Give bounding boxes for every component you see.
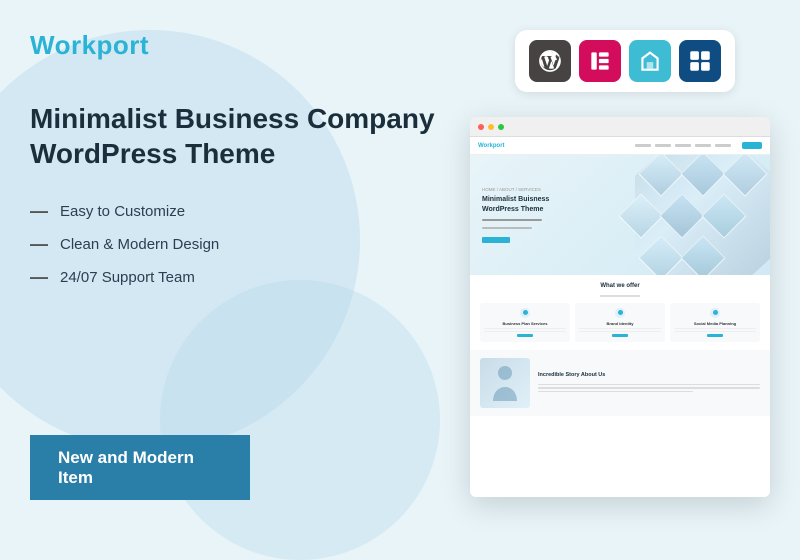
mock-card-line-2a (579, 328, 661, 330)
browser-bar (470, 117, 770, 137)
mock-nav-link-4 (695, 144, 711, 147)
mock-nav-logo: Workport (478, 143, 505, 149)
cta-button-label: New and Modern Item (58, 448, 222, 488)
mock-card-line-1a (484, 328, 566, 330)
feature-item-3: — 24/07 Support Team (30, 267, 440, 288)
mock-offer-section: What we offer Business Plan Services (470, 275, 770, 350)
mock-card-icon-1 (520, 308, 530, 318)
mock-card-btn-1 (517, 334, 533, 337)
mock-card-icon-3 (710, 308, 720, 318)
mock-nav-link-1 (635, 144, 651, 147)
mock-hero-text: HOME / ABOUT / SERVICES Minimalist Buisn… (482, 187, 549, 243)
browser-content: Workport (470, 137, 770, 497)
browser-dot-green (498, 124, 504, 130)
mock-story-line-1 (538, 384, 760, 386)
wordpress-icon (529, 40, 571, 82)
mock-hero-3d (635, 155, 770, 275)
mock-story-section: Incredible Story About Us (470, 350, 770, 416)
elementor-icon (579, 40, 621, 82)
avada-icon (629, 40, 671, 82)
mock-nav-link-2 (655, 144, 671, 147)
mock-card-title-1: Business Plan Services (484, 321, 566, 326)
mock-nav: Workport (470, 137, 770, 155)
mock-card-line-3a (674, 328, 756, 330)
mock-hero-learn-btn (482, 237, 510, 243)
mock-offer-title: What we offer (480, 283, 760, 289)
cta-button-container[interactable]: New and Modern Item (30, 435, 250, 500)
mock-card-icon-inner-1 (523, 310, 528, 315)
mock-card-icon-2 (615, 308, 625, 318)
mock-hero-tagline: HOME / ABOUT / SERVICES (482, 187, 549, 192)
mock-card-icon-inner-2 (618, 310, 623, 315)
mock-offer-divider (600, 295, 640, 297)
mock-card-2: Brand Identity (575, 303, 665, 343)
main-title: Minimalist Business Company WordPress Th… (30, 101, 440, 171)
dash-icon-3: — (30, 267, 48, 288)
mock-card-3: Social Media Planning (670, 303, 760, 343)
boxicons-icon (679, 40, 721, 82)
mock-card-btn-2 (612, 334, 628, 337)
mock-hero-sub-1 (482, 219, 542, 221)
dash-icon-1: — (30, 201, 48, 222)
feature-item-1: — Easy to Customize (30, 201, 440, 222)
mock-nav-links (635, 144, 731, 147)
mock-offer-cards: Business Plan Services Brand Identity (480, 303, 760, 343)
mock-story-text: Incredible Story About Us (538, 372, 760, 394)
mock-story-line-3 (538, 391, 693, 393)
mock-hero-sub-2 (482, 227, 532, 229)
mock-card-line-3b (674, 331, 756, 333)
mock-nav-button (742, 142, 762, 149)
mock-nav-link-5 (715, 144, 731, 147)
mock-hero: HOME / ABOUT / SERVICES Minimalist Buisn… (470, 155, 770, 275)
mock-card-line-1b (484, 331, 566, 333)
mock-card-title-2: Brand Identity (579, 321, 661, 326)
right-panel: Workport (460, 30, 770, 500)
features-list: — Easy to Customize — Clean & Modern Des… (30, 201, 440, 300)
browser-mockup: Workport (470, 117, 770, 497)
mock-card-btn-3 (707, 334, 723, 337)
mock-story-image (480, 358, 530, 408)
mock-nav-link-3 (675, 144, 691, 147)
dash-icon-2: — (30, 234, 48, 255)
feature-item-2: — Clean & Modern Design (30, 234, 440, 255)
mock-card-line-2b (579, 331, 661, 333)
mock-card-1: Business Plan Services (480, 303, 570, 343)
brand-logo: Workport (30, 30, 440, 61)
browser-dot-red (478, 124, 484, 130)
left-panel: Workport Minimalist Business Company Wor… (30, 30, 460, 500)
mock-story-line-2 (538, 387, 760, 389)
plugin-icons-container (515, 30, 735, 92)
browser-dot-yellow (488, 124, 494, 130)
mock-hero-title: Minimalist BuisnessWordPress Theme (482, 195, 549, 215)
mock-card-icon-inner-3 (713, 310, 718, 315)
mock-card-title-3: Social Media Planning (674, 321, 756, 326)
mock-story-title: Incredible Story About Us (538, 372, 760, 380)
